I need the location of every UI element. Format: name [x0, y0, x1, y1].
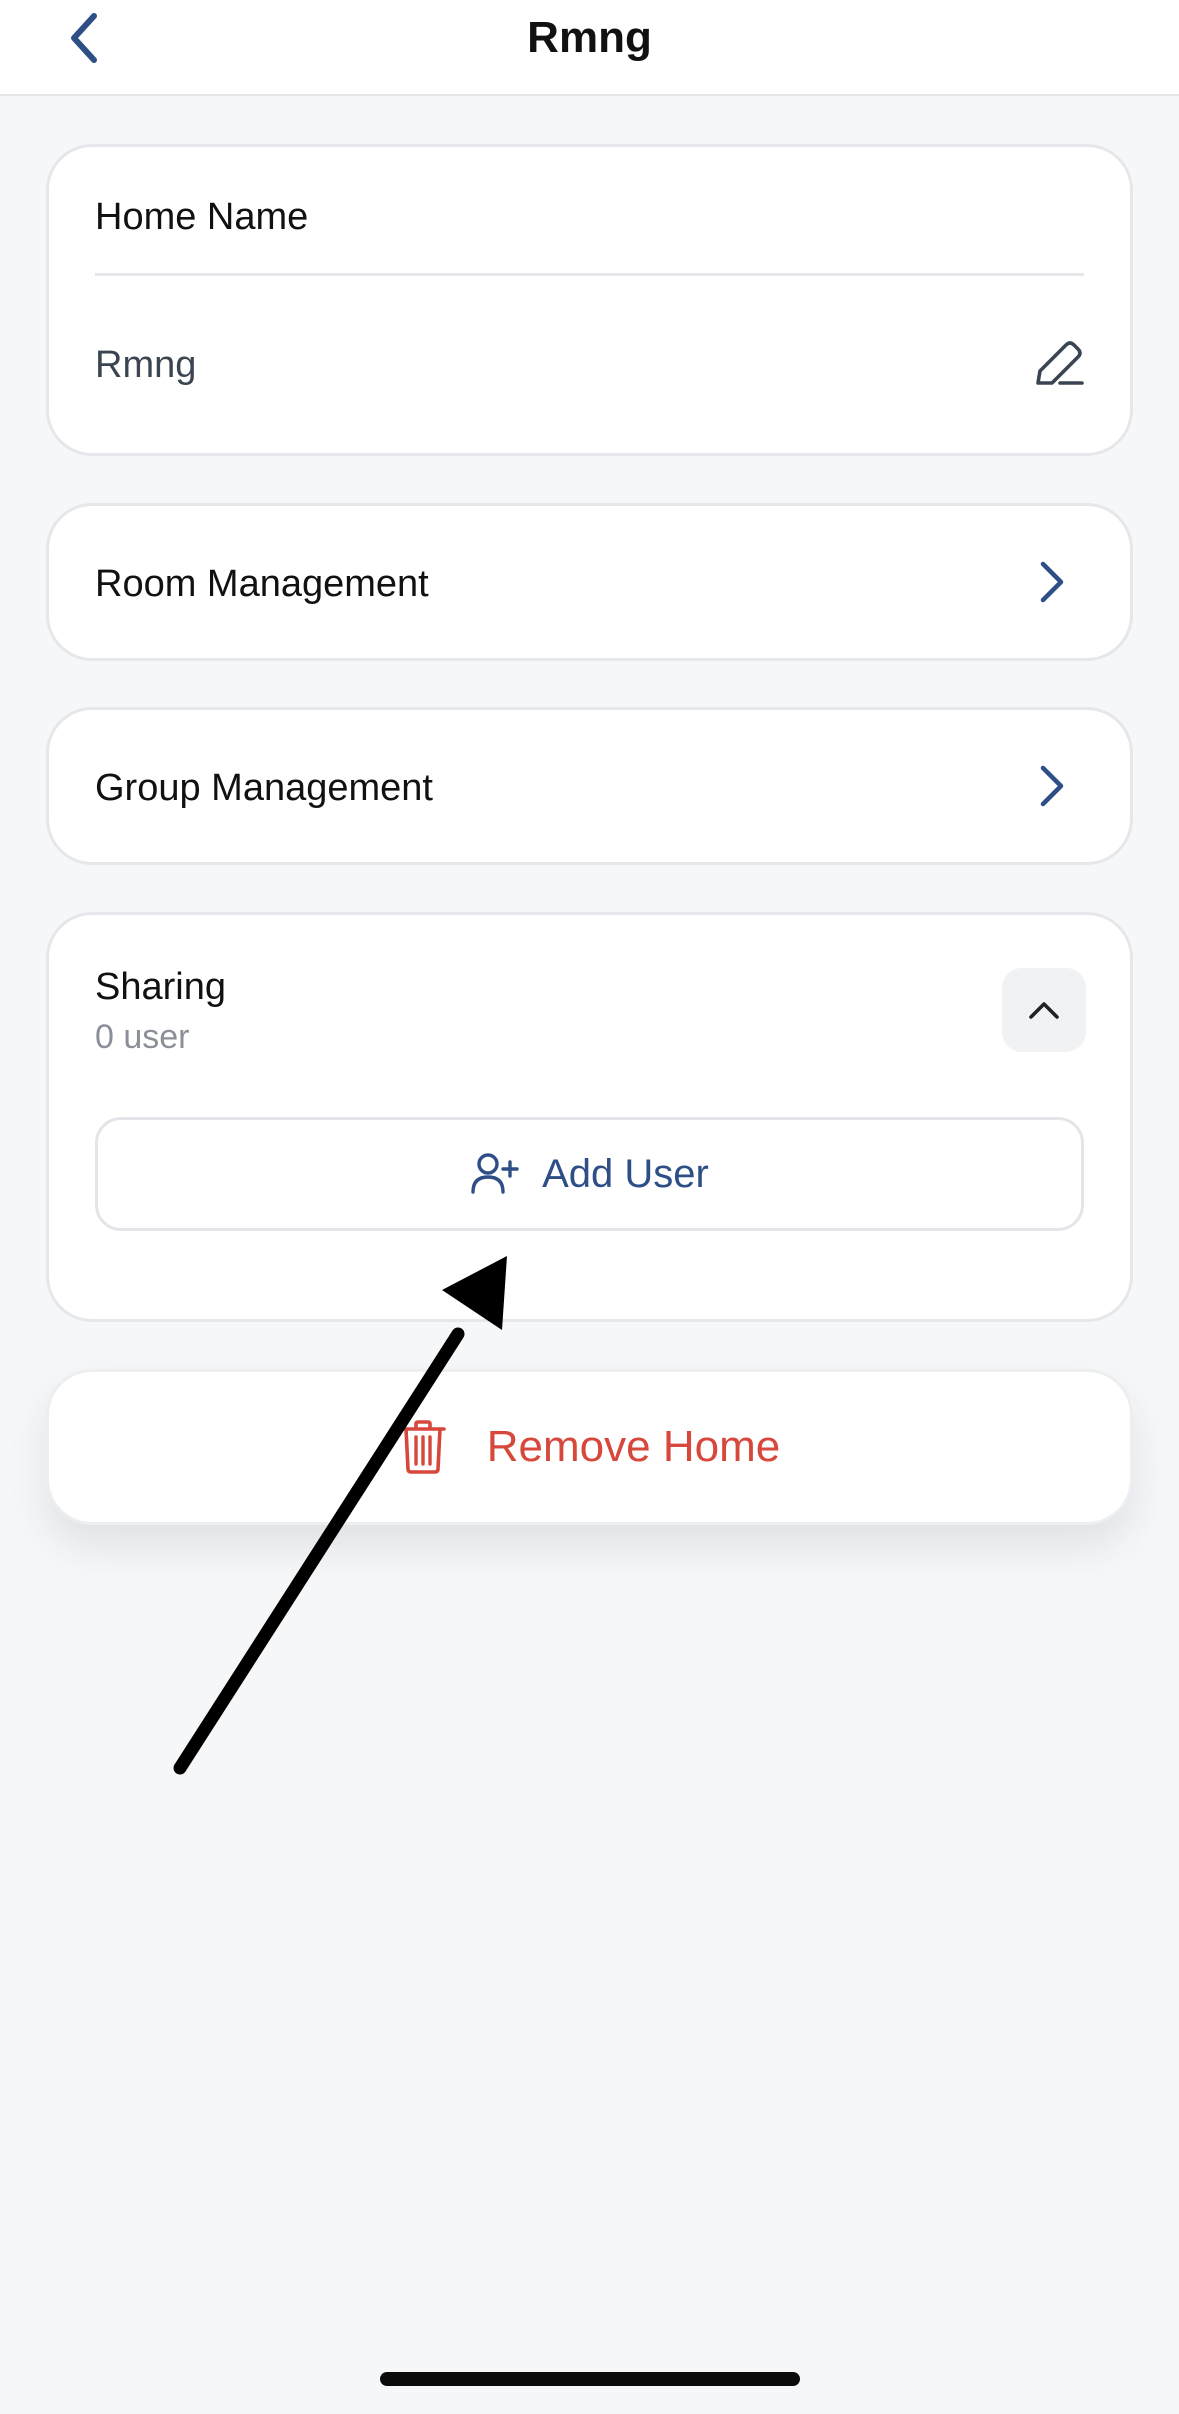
trash-icon	[399, 1420, 446, 1474]
sharing-title: Sharing	[95, 966, 226, 1008]
home-name-value: Rmng	[95, 344, 197, 386]
remove-home-button[interactable]: Remove Home	[46, 1369, 1133, 1525]
sharing-collapse-button[interactable]	[1002, 968, 1086, 1052]
user-plus-icon	[471, 1153, 519, 1194]
group-management-label: Group Management	[95, 767, 433, 809]
chevron-up-icon	[1029, 1002, 1059, 1019]
room-management-row[interactable]: Room Management	[46, 503, 1133, 661]
home-name-card: Home Name Rmng	[46, 144, 1133, 456]
edit-home-name-button[interactable]	[1026, 333, 1090, 397]
add-user-label: Add User	[542, 1152, 709, 1196]
sharing-card: Sharing 0 user Add User	[46, 912, 1133, 1322]
group-management-row[interactable]: Group Management	[46, 707, 1133, 865]
home-indicator	[380, 2372, 800, 2386]
add-user-button[interactable]: Add User	[95, 1117, 1084, 1231]
chevron-right-icon	[1040, 561, 1064, 603]
page-title: Rmng	[527, 13, 652, 62]
remove-home-label: Remove Home	[486, 1422, 781, 1471]
sharing-user-count: 0 user	[95, 1018, 190, 1056]
chevron-right-icon	[1040, 765, 1064, 807]
room-management-label: Room Management	[95, 563, 429, 605]
divider	[95, 273, 1084, 276]
nav-bar: Rmng	[0, 0, 1179, 96]
home-name-label: Home Name	[95, 196, 309, 238]
pencil-icon	[1036, 341, 1084, 385]
